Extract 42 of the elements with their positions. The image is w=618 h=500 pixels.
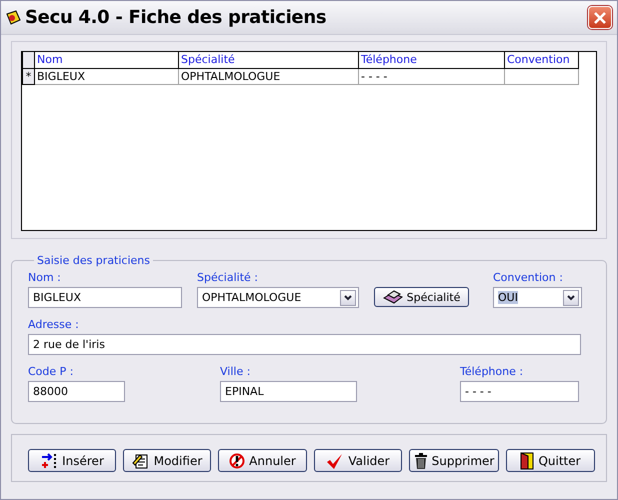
column-header[interactable]: Téléphone: [358, 52, 504, 68]
dropdown-field[interactable]: OUI: [493, 287, 582, 308]
text-field[interactable]: 88000: [28, 381, 125, 402]
validate-button[interactable]: Valider: [314, 449, 402, 472]
text-field[interactable]: BIGLEUX: [28, 287, 182, 308]
close-icon: [593, 10, 607, 24]
trash-icon: [414, 452, 428, 470]
table-cell: BIGLEUX: [34, 68, 178, 84]
row-marker: *: [22, 68, 34, 84]
insert-icon: [40, 452, 58, 468]
chevron-down-icon: [567, 294, 575, 300]
chevron-down-icon: [344, 294, 352, 300]
table-cell: OPHTALMOLOGUE: [178, 68, 358, 84]
document-pencil-icon: [132, 452, 150, 468]
field-label: Téléphone :: [460, 365, 524, 378]
close-button[interactable]: [588, 6, 612, 29]
cancel-button[interactable]: Annuler: [218, 449, 307, 472]
field-label: Nom :: [28, 271, 62, 284]
text-field[interactable]: 2 rue de l'iris: [28, 334, 581, 355]
text-field[interactable]: EPINAL: [220, 381, 357, 402]
column-header[interactable]: Spécialité: [178, 52, 358, 68]
field-label: Code P :: [28, 365, 74, 378]
field-label: Adresse :: [28, 318, 80, 331]
insert-button[interactable]: Insérer: [28, 449, 116, 472]
column-header[interactable]: Convention: [504, 52, 578, 68]
delete-button[interactable]: Supprimer: [409, 449, 499, 472]
field-label: Spécialité :: [197, 271, 259, 284]
specialty-button[interactable]: Spécialité: [374, 287, 469, 307]
modify-button[interactable]: Modifier: [123, 449, 211, 472]
column-header[interactable]: Nom: [34, 52, 178, 68]
quit-button[interactable]: Quitter: [506, 449, 595, 472]
door-icon: [520, 452, 534, 470]
checkmark-icon: [326, 452, 344, 468]
field-label: Convention :: [493, 271, 564, 284]
dropdown-field[interactable]: OPHTALMOLOGUE: [197, 287, 359, 308]
window-title: Secu 4.0 - Fiche des praticiens: [25, 7, 328, 28]
table-cell: - - - -: [358, 68, 504, 84]
group-title: Saisie des praticiens: [36, 254, 151, 267]
field-label: Ville :: [220, 365, 252, 378]
cancel-icon: [229, 452, 246, 468]
app-icon: [5, 10, 21, 26]
text-field[interactable]: - - - -: [460, 381, 579, 402]
